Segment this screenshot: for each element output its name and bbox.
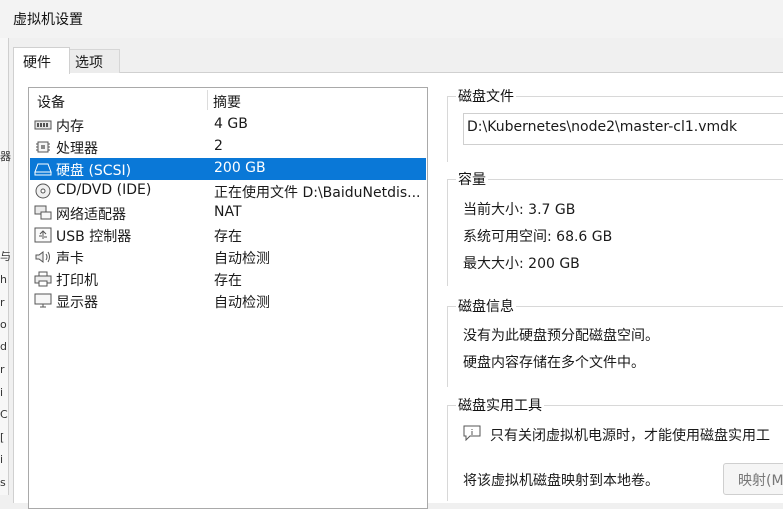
- map-button[interactable]: 映射(M: [723, 463, 783, 495]
- device-row-cdrom[interactable]: CD/DVD (IDE) 正在使用文件 D:\BaiduNetdis...: [30, 180, 426, 202]
- device-summary: 自动检测: [214, 251, 270, 267]
- column-header-summary[interactable]: 摘要: [213, 92, 241, 112]
- window-title: 虚拟机设置: [13, 12, 83, 28]
- power-off-note: 只有关闭虚拟机电源时，才能使用磁盘实用工: [490, 428, 770, 444]
- memory-icon: [34, 117, 52, 133]
- device-name: 显示器: [56, 295, 98, 311]
- device-row-sound[interactable]: 声卡 自动检测: [30, 246, 426, 268]
- current-size-text: 当前大小: 3.7 GB: [463, 202, 576, 218]
- device-row-network[interactable]: 网络适配器 NAT: [30, 202, 426, 224]
- device-summary: 4 GB: [214, 116, 248, 132]
- background-window-edge: 器 与 h r o d r i C [ i s: [0, 38, 11, 495]
- device-name: 网络适配器: [56, 207, 126, 223]
- device-name: 处理器: [56, 141, 98, 157]
- device-name: 内存: [56, 119, 84, 135]
- group-title-disk-info: 磁盘信息: [456, 296, 516, 316]
- device-name: USB 控制器: [56, 229, 132, 245]
- tab-hardware[interactable]: 硬件: [13, 47, 70, 74]
- edge-fragment: i: [0, 386, 4, 399]
- harddisk-icon: [34, 161, 52, 177]
- edge-fragment: d: [0, 340, 7, 353]
- group-title-capacity: 容量: [456, 169, 488, 189]
- edge-fragment: 器: [0, 150, 11, 163]
- device-summary: 200 GB: [214, 160, 266, 176]
- edge-fragment: r: [0, 363, 5, 376]
- speaker-icon: [34, 249, 52, 265]
- tab-options[interactable]: 选项: [68, 49, 120, 73]
- disk-info-group: 磁盘信息: [447, 296, 783, 387]
- device-list[interactable]: 设备 摘要 内存 4 GB 处理器 2 硬盘 (SCSI) 200 GB CD/…: [28, 87, 428, 509]
- usb-icon: [34, 227, 52, 243]
- device-name: CD/DVD (IDE): [56, 182, 152, 198]
- disk-info-line: 没有为此硬盘预分配磁盘空间。: [463, 328, 659, 344]
- device-name: 硬盘 (SCSI): [56, 163, 132, 179]
- device-summary: 存在: [214, 229, 242, 245]
- processor-icon: [34, 139, 52, 155]
- device-summary: 自动检测: [214, 295, 270, 311]
- device-row-memory[interactable]: 内存 4 GB: [30, 114, 426, 136]
- device-name: 打印机: [56, 273, 98, 289]
- device-summary: NAT: [214, 204, 242, 220]
- device-name: 声卡: [56, 251, 84, 267]
- cdrom-icon: [34, 183, 52, 199]
- map-button-label: 映射(M: [738, 473, 783, 489]
- device-row-usb[interactable]: USB 控制器 存在: [30, 224, 426, 246]
- device-summary: 存在: [214, 273, 242, 289]
- info-icon: [463, 425, 481, 442]
- printer-icon: [34, 271, 52, 287]
- max-size-text: 最大大小: 200 GB: [463, 256, 580, 272]
- edge-fragment: C: [0, 408, 8, 421]
- column-header-device[interactable]: 设备: [37, 92, 65, 112]
- device-row-harddisk[interactable]: 硬盘 (SCSI) 200 GB: [30, 158, 426, 180]
- edge-fragment: i: [0, 453, 4, 466]
- edge-fragment: s: [0, 476, 6, 489]
- edge-fragment: h: [0, 273, 7, 286]
- edge-fragment: [: [0, 431, 5, 444]
- device-row-processor[interactable]: 处理器 2: [30, 136, 426, 158]
- network-icon: [34, 205, 52, 221]
- edge-fragment: o: [0, 318, 7, 331]
- available-space-text: 系统可用空间: 68.6 GB: [463, 229, 613, 245]
- group-title-disk-file: 磁盘文件: [456, 86, 516, 106]
- tab-hardware-label: 硬件: [23, 55, 51, 71]
- edge-fragment: r: [0, 296, 5, 309]
- group-title-disk-tools: 磁盘实用工具: [456, 395, 544, 415]
- list-header: 设备 摘要: [29, 88, 427, 112]
- device-row-printer[interactable]: 打印机 存在: [30, 268, 426, 290]
- map-description: 将该虚拟机磁盘映射到本地卷。: [463, 473, 659, 489]
- disk-file-path-field[interactable]: D:\Kubernetes\node2\master-cl1.vmdk: [463, 113, 783, 145]
- title-bar: 虚拟机设置: [0, 0, 783, 38]
- column-divider[interactable]: [207, 90, 208, 110]
- tab-options-label: 选项: [75, 55, 103, 71]
- disk-info-line: 硬盘内容存储在多个文件中。: [463, 355, 645, 371]
- device-summary: 2: [214, 138, 223, 154]
- device-row-display[interactable]: 显示器 自动检测: [30, 290, 426, 312]
- monitor-icon: [34, 293, 52, 309]
- disk-file-path: D:\Kubernetes\node2\master-cl1.vmdk: [467, 119, 738, 135]
- device-summary: 正在使用文件 D:\BaiduNetdis...: [214, 185, 421, 201]
- edge-fragment: 与: [0, 250, 11, 263]
